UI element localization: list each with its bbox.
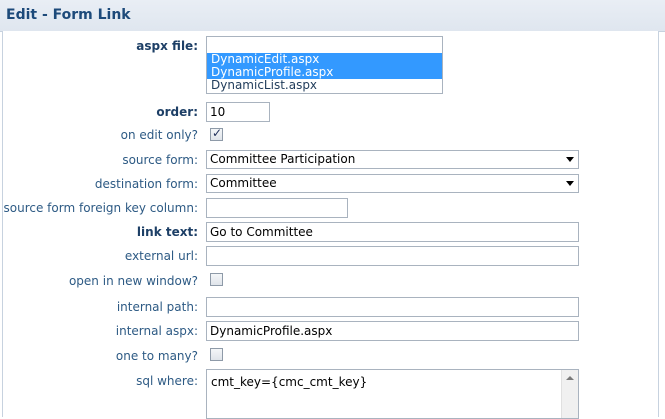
order-input[interactable]: 10	[206, 102, 270, 122]
aspx-file-listbox[interactable]: DynamicEdit.aspx DynamicProfile.aspx Dyn…	[206, 36, 443, 94]
destination-form-label: destination form:	[94, 177, 198, 191]
on-edit-only-checkbox[interactable]: ✓	[210, 126, 223, 141]
one-to-many-checkbox[interactable]	[210, 348, 223, 361]
open-new-window-label: open in new window?	[68, 274, 198, 288]
internal-path-label: internal path:	[116, 300, 198, 314]
on-edit-only-label: on edit only?	[120, 128, 198, 142]
source-form-label: source form:	[122, 153, 198, 167]
listbox-option-dynamiclist[interactable]: DynamicList.aspx	[207, 79, 442, 92]
chevron-down-icon	[566, 157, 574, 162]
internal-path-input[interactable]	[206, 297, 579, 317]
internal-aspx-label: internal aspx:	[115, 324, 198, 338]
arrow-up-icon[interactable]	[566, 376, 574, 380]
sql-where-value: cmt_key={cmc_cmt_key}	[211, 375, 368, 389]
external-url-input[interactable]	[206, 246, 579, 266]
aspx-file-label: aspx file:	[136, 39, 198, 53]
listbox-blank-row	[207, 40, 442, 52]
source-form-fk-label: source form foreign key column:	[3, 201, 198, 215]
order-label: order:	[156, 105, 198, 119]
source-form-value: Committee Participation	[210, 152, 356, 166]
one-to-many-label: one to many?	[115, 349, 198, 363]
sql-where-label: sql where:	[136, 374, 198, 388]
destination-form-value: Committee	[210, 176, 277, 190]
open-new-window-checkbox[interactable]	[210, 273, 223, 286]
check-icon: ✓	[212, 126, 223, 140]
destination-form-select[interactable]: Committee	[206, 174, 579, 193]
sql-where-textarea[interactable]: cmt_key={cmc_cmt_key}	[206, 369, 579, 419]
source-form-select[interactable]: Committee Participation	[206, 150, 579, 169]
external-url-label: external url:	[124, 249, 198, 263]
title-bar: Edit - Form Link	[0, 0, 665, 32]
chevron-down-icon	[566, 181, 574, 186]
link-text-input[interactable]: Go to Committee	[206, 222, 579, 242]
page-title: Edit - Form Link	[6, 7, 131, 23]
link-text-label: link text:	[136, 225, 198, 239]
source-form-fk-input[interactable]	[206, 198, 348, 218]
internal-aspx-input[interactable]: DynamicProfile.aspx	[206, 321, 579, 341]
sql-where-scrollbar[interactable]	[561, 370, 578, 418]
